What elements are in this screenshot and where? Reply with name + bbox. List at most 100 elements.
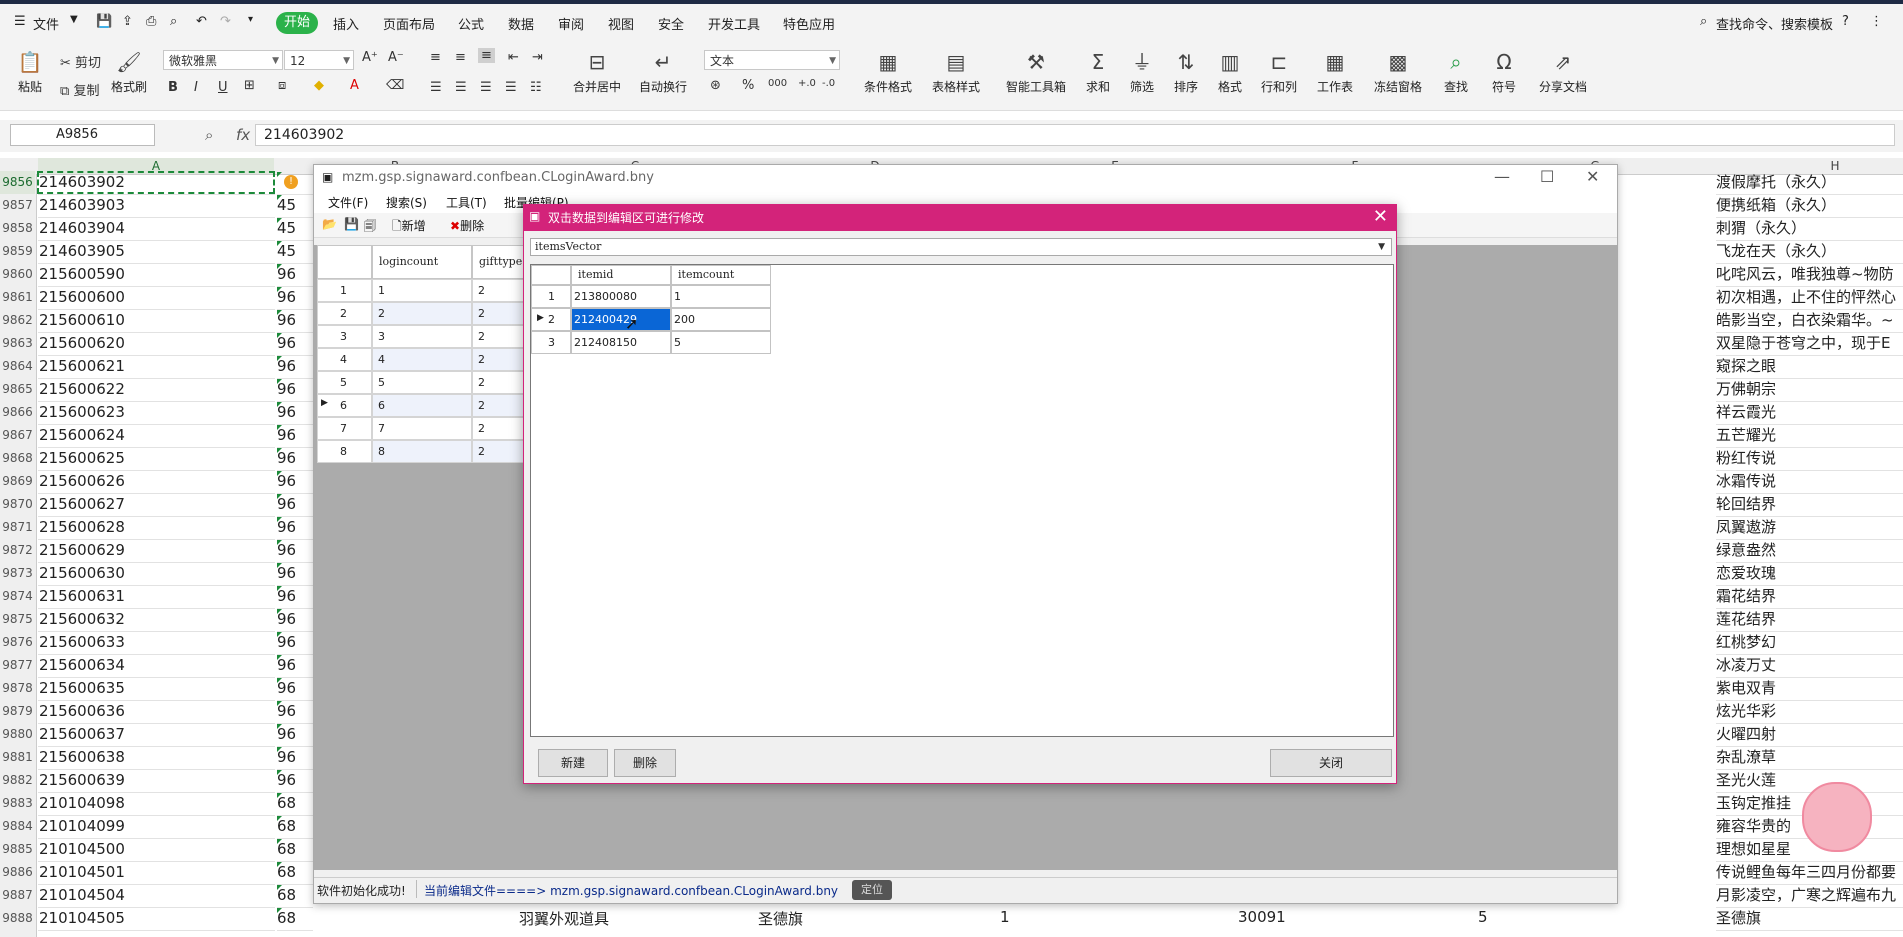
dialog-header-itemcount[interactable]: itemcount	[671, 265, 771, 285]
cell-a[interactable]: 215600600	[38, 286, 275, 310]
cell-a[interactable]: 215600623	[38, 401, 275, 425]
cell-b[interactable]: 45	[277, 194, 313, 218]
number-format-select[interactable]: 文本 ▼	[704, 50, 840, 70]
align-bottom-icon[interactable]: ≡	[478, 48, 495, 63]
fill-color-icon[interactable]: ◆	[314, 78, 324, 93]
cell-b[interactable]: 96	[277, 723, 313, 747]
border-icon[interactable]: ⊞	[244, 78, 255, 93]
cell-b[interactable]: 68	[277, 838, 313, 862]
cell-h[interactable]: 冰凌万丈	[1716, 654, 1903, 678]
cell-b[interactable]: 96	[277, 769, 313, 793]
save-icon[interactable]: 💾	[344, 217, 359, 231]
print-icon[interactable]: ⎙	[146, 14, 156, 29]
cell-a[interactable]: 215600629	[38, 539, 275, 563]
zoom-formula-icon[interactable]: ⌕	[205, 126, 213, 144]
row-header[interactable]: 9888	[0, 907, 35, 930]
cell-b[interactable]: 45	[277, 240, 313, 264]
cell-h[interactable]: 凤翼遨游	[1716, 516, 1903, 540]
row-col-button[interactable]: ⊏ 行和列	[1256, 50, 1302, 95]
shrink-font-icon[interactable]: A⁻	[388, 50, 404, 65]
grid-cell-logincount[interactable]: 1	[372, 279, 472, 302]
sum-button[interactable]: Σ 求和	[1080, 50, 1116, 95]
row-header[interactable]: 9867	[0, 424, 35, 447]
grid-cell-logincount[interactable]: 4	[372, 348, 472, 371]
row-header[interactable]: 9882	[0, 769, 35, 792]
export-icon[interactable]: ⇪	[122, 14, 133, 29]
row-header[interactable]: 9876	[0, 631, 35, 654]
grid-cell-logincount[interactable]: 5	[372, 371, 472, 394]
close-icon[interactable]: ✕	[1586, 167, 1599, 186]
cell-b[interactable]: 96	[277, 608, 313, 632]
cell-b[interactable]: 96	[277, 332, 313, 356]
cell-b[interactable]: 68	[277, 884, 313, 908]
warning-icon[interactable]: !	[284, 175, 298, 189]
cell-a[interactable]: 215600622	[38, 378, 275, 402]
row-header[interactable]: 9875	[0, 608, 35, 631]
row-header[interactable]: 9887	[0, 884, 35, 907]
editor-menu-search[interactable]: 搜索(S)	[386, 194, 427, 211]
cell-b[interactable]: 96	[277, 516, 313, 540]
cell-a[interactable]: 215600634	[38, 654, 275, 678]
row-header[interactable]: 9859	[0, 240, 35, 263]
cell-a[interactable]: 215600620	[38, 332, 275, 356]
dialog-header-itemid[interactable]: itemid	[571, 265, 671, 285]
cell-h[interactable]: 五芒耀光	[1716, 424, 1903, 448]
grid-header-logincount[interactable]: logincount	[372, 245, 472, 279]
dialog-cell-itemcount[interactable]: 1	[671, 285, 771, 308]
cell-a[interactable]: 210104098	[38, 792, 275, 816]
grid-row-number[interactable]: 2	[317, 302, 372, 325]
command-search[interactable]: 查找命令、搜索模板	[1716, 14, 1833, 33]
row-header[interactable]: 9871	[0, 516, 35, 539]
row-header[interactable]: 9858	[0, 217, 35, 240]
row-header[interactable]: 9861	[0, 286, 35, 309]
row-header[interactable]: 9862	[0, 309, 35, 332]
cell-h[interactable]: 紫电双青	[1716, 677, 1903, 701]
cell-a[interactable]: 215600626	[38, 470, 275, 494]
row-header[interactable]: 9883	[0, 792, 35, 815]
tab-security[interactable]: 安全	[658, 14, 684, 33]
cell-h[interactable]: 圣光火莲	[1716, 769, 1903, 793]
maximize-icon[interactable]: ☐	[1540, 167, 1554, 186]
font-name-select[interactable]: 微软雅黑 ▼	[163, 50, 283, 70]
grow-font-icon[interactable]: A⁺	[362, 50, 378, 65]
sort-button[interactable]: ⇅ 排序	[1168, 50, 1204, 95]
font-color-icon[interactable]: A	[350, 78, 359, 93]
increase-decimal-icon[interactable]: +.0	[798, 78, 816, 89]
cell-h[interactable]: 轮回结界	[1716, 493, 1903, 517]
cell-h[interactable]: 冰霜传说	[1716, 470, 1903, 494]
cell-h[interactable]: 圣德旗	[1716, 907, 1903, 931]
save-icon[interactable]: 💾	[96, 14, 112, 29]
cell-b[interactable]: 96	[277, 562, 313, 586]
cell-a[interactable]: 215600590	[38, 263, 275, 287]
cell-a[interactable]: 215600621	[38, 355, 275, 379]
conditional-format-button[interactable]: ▦ 条件格式	[858, 50, 918, 95]
cell-e-9888[interactable]: 1	[1000, 908, 1010, 926]
distribute-icon[interactable]: ☷	[530, 80, 542, 95]
freeze-panes-button[interactable]: ▩ 冻结窗格	[1368, 50, 1428, 95]
open-folder-icon[interactable]: 📂	[322, 217, 337, 231]
currency-icon[interactable]: ⊛	[710, 78, 721, 93]
hamburger-icon[interactable]: ☰	[14, 14, 26, 29]
undo-icon[interactable]: ↶	[196, 14, 207, 29]
cell-h[interactable]: 火曜四射	[1716, 723, 1903, 747]
italic-button[interactable]: I	[194, 80, 198, 95]
preview-icon[interactable]: ⌕	[170, 14, 177, 29]
tab-view[interactable]: 视图	[608, 14, 634, 33]
delete-button[interactable]: 删除	[614, 749, 676, 777]
tab-developer[interactable]: 开发工具	[708, 14, 760, 33]
cell-a[interactable]: 210104504	[38, 884, 275, 908]
cell-h[interactable]: 绿意盎然	[1716, 539, 1903, 563]
thousands-button[interactable]: 000	[768, 78, 787, 89]
row-header[interactable]: 9884	[0, 815, 35, 838]
grid-cell-logincount[interactable]: 7	[372, 417, 472, 440]
cell-a[interactable]: 215600632	[38, 608, 275, 632]
row-header[interactable]: 9885	[0, 838, 35, 861]
formula-input[interactable]: 214603902	[255, 124, 1895, 146]
paste-button[interactable]: 📋 粘贴	[12, 50, 48, 95]
cell-b[interactable]: 96	[277, 378, 313, 402]
grid-row-number[interactable]: 4	[317, 348, 372, 371]
underline-button[interactable]: U	[218, 80, 228, 95]
grid-cell-logincount[interactable]: 6	[372, 394, 472, 417]
editor-menu-tools[interactable]: 工具(T)	[446, 194, 487, 211]
vector-field-select[interactable]: itemsVector ▼	[530, 238, 1392, 256]
